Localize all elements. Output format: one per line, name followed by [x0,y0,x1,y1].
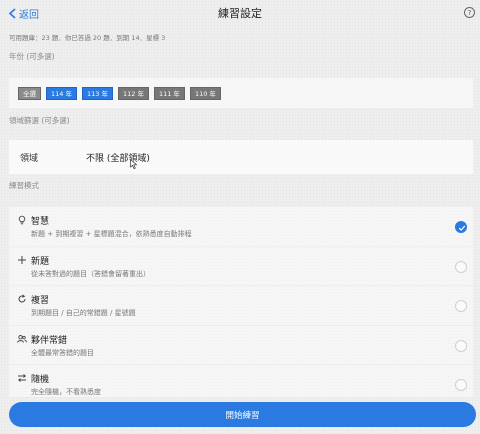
back-button[interactable]: 返回 [8,6,39,21]
mode-radio[interactable] [455,379,467,391]
mode-item-new[interactable]: 新題 從未答對過的題目（答錯會留著重出） [9,246,473,286]
mode-item-review[interactable]: 複習 到期題目 / 自己的常錯題 / 星號題 [9,286,473,326]
domain-selector[interactable]: 領域 不限 (全部領域) [9,140,473,174]
mode-title: 複習 [31,296,50,306]
domain-row-label: 領域 [20,153,39,164]
mode-desc: 新題 + 到期複習 + 星標題混合，依熟悉度自動排程 [31,230,192,238]
plus-icon [18,255,26,264]
year-chip-112[interactable]: 112 年 [117,86,149,100]
domain-section-label: 領域篩選 (可多選) [9,116,70,125]
navigation-bar: 返回 練習設定 ? [0,0,480,26]
mode-title: 隨機 [31,375,50,385]
mode-section-label: 練習模式 [9,181,39,190]
mode-title: 夥伴常錯 [31,335,68,346]
page-title: 練習設定 [218,7,262,20]
chevron-left-icon [8,8,16,19]
shuffle-icon [17,374,27,382]
refresh-icon [18,294,26,303]
year-section-label: 年份 (可多選) [9,52,55,61]
mouse-cursor-icon [130,159,138,169]
mode-desc: 完全隨機，不看熟悉度 [31,388,101,396]
mode-title: 新題 [31,256,50,267]
year-chip-111[interactable]: 111 年 [153,86,185,100]
check-icon [458,225,465,231]
mode-item-random[interactable]: 隨機 完全隨機，不看熟悉度 [9,365,473,397]
mode-item-smart[interactable]: 智慧 新題 + 到期複習 + 星標題混合，依熟悉度自動排程 [9,207,473,247]
mode-desc: 全體最常答錯的題目 [31,348,94,357]
mode-list: 智慧 新題 + 到期複習 + 星標題混合，依熟悉度自動排程 新題 從未答對過的題… [9,207,473,397]
lightbulb-icon [18,215,26,225]
mode-radio[interactable] [455,300,467,312]
year-chip-113[interactable]: 113 年 [81,86,113,100]
help-icon[interactable]: ? [464,7,475,18]
year-chip-group: 全選 114 年 113 年 112 年 111 年 110 年 [9,78,473,108]
mode-radio[interactable] [455,260,467,273]
mode-title: 智慧 [31,217,50,227]
back-label: 返回 [19,10,39,21]
question-bank-info: 可用題庫：23 題．你已答過 20 題．到期 14．星標 3 [9,34,166,42]
mode-radio[interactable] [455,339,467,352]
people-icon [17,334,27,343]
year-chip-114[interactable]: 114 年 [46,86,77,100]
year-chip-110[interactable]: 110 年 [189,86,221,100]
start-practice-button[interactable]: 開始練習 [9,402,476,427]
mode-desc: 從未答對過的題目（答錯會留著重出） [31,269,150,278]
year-chip-all[interactable]: 全選 [18,86,41,100]
mode-item-peer-errors[interactable]: 夥伴常錯 全體最常答錯的題目 [9,325,473,365]
mode-desc: 到期題目 / 自己的常錯題 / 星號題 [31,309,136,317]
mode-radio[interactable] [455,221,467,233]
domain-row-value: 不限 (全部領域) [86,153,150,164]
